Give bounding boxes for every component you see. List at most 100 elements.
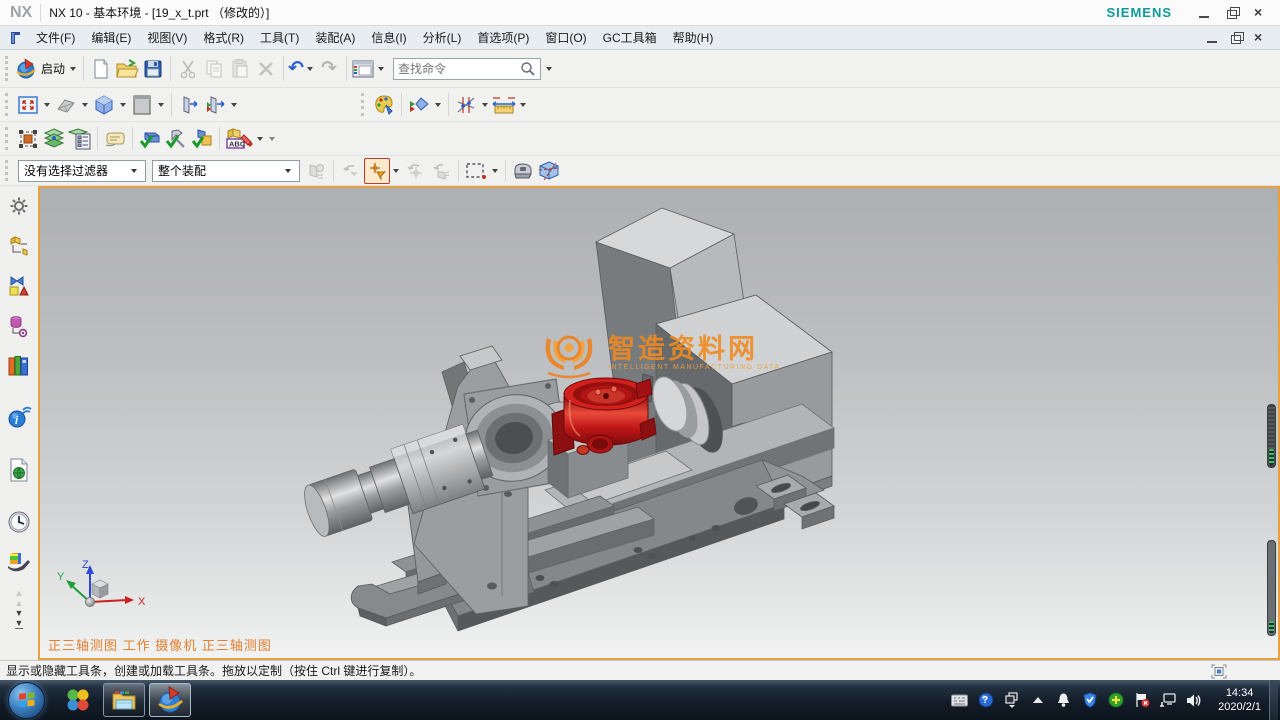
menu-assemblies[interactable]: 装配(A) bbox=[307, 27, 363, 48]
annotation-note-button[interactable] bbox=[102, 127, 128, 151]
notification-bell-icon[interactable] bbox=[1055, 692, 1072, 709]
measure-button[interactable] bbox=[491, 93, 517, 117]
delete-button[interactable] bbox=[253, 56, 279, 82]
chevron-down-icon[interactable] bbox=[492, 169, 498, 173]
security-shield-icon[interactable] bbox=[1081, 692, 1098, 709]
snap-point-button[interactable] bbox=[453, 93, 479, 117]
selection-scope-dropdown[interactable]: 整个装配 bbox=[152, 160, 300, 182]
web-browser-tab[interactable]: i bbox=[5, 404, 33, 432]
undo-button[interactable]: ↶ bbox=[288, 56, 316, 82]
select-in-group-button[interactable] bbox=[303, 158, 329, 184]
status-fit-button[interactable] bbox=[1210, 663, 1228, 679]
layer-settings-button[interactable] bbox=[67, 127, 93, 151]
volume-speaker-icon[interactable] bbox=[1185, 692, 1202, 709]
chevron-down-icon[interactable] bbox=[257, 137, 263, 141]
layer-visible-button[interactable] bbox=[41, 127, 67, 151]
clip-section-button[interactable] bbox=[176, 93, 202, 117]
check-clearance-button[interactable] bbox=[137, 127, 163, 151]
menu-help[interactable]: 帮助(H) bbox=[665, 27, 722, 48]
child-minimize-button[interactable] bbox=[1206, 32, 1220, 44]
redo-button[interactable]: ↷ bbox=[316, 56, 342, 82]
resource-scroll-up2[interactable]: ▲ bbox=[15, 598, 24, 608]
toolbar-grip[interactable] bbox=[5, 93, 10, 116]
part-navigator-tab[interactable] bbox=[5, 312, 33, 340]
assembly-navigator-tab[interactable] bbox=[5, 232, 33, 260]
action-center-flag-icon[interactable] bbox=[1133, 692, 1150, 709]
isometric-view-button[interactable] bbox=[91, 93, 117, 117]
window-layout-button[interactable] bbox=[351, 56, 387, 82]
hd3d-tools-tab[interactable] bbox=[5, 456, 33, 484]
start-button[interactable] bbox=[8, 682, 45, 719]
child-restore-button[interactable] bbox=[1230, 32, 1244, 44]
toolbar-options-caret[interactable] bbox=[269, 137, 275, 141]
paste-button[interactable] bbox=[227, 56, 253, 82]
chevron-down-icon[interactable] bbox=[520, 103, 526, 107]
chevron-down-icon[interactable] bbox=[482, 103, 488, 107]
menu-analysis[interactable]: 分析(L) bbox=[415, 27, 470, 48]
check-tool-button[interactable] bbox=[163, 127, 189, 151]
taskbar-app-colorballs[interactable] bbox=[57, 683, 99, 717]
render-style-button[interactable] bbox=[129, 93, 155, 117]
assembly-name-button[interactable]: ABC bbox=[224, 127, 254, 151]
save-button[interactable] bbox=[140, 56, 166, 82]
menu-edit[interactable]: 编辑(E) bbox=[83, 27, 139, 48]
taskbar-clock[interactable]: 14:34 2020/2/1 bbox=[1218, 686, 1261, 714]
toolbar-grip[interactable] bbox=[5, 127, 10, 150]
chevron-down-icon[interactable] bbox=[435, 103, 441, 107]
open-file-button[interactable] bbox=[114, 56, 140, 82]
help-tray-icon[interactable]: ? bbox=[977, 692, 994, 709]
resource-options-button[interactable] bbox=[5, 192, 33, 220]
edit-section-button[interactable] bbox=[202, 93, 228, 117]
toolbar-grip[interactable] bbox=[361, 93, 366, 116]
chevron-down-icon[interactable] bbox=[44, 103, 50, 107]
snap-solid-button[interactable] bbox=[510, 158, 536, 184]
search-options-caret[interactable] bbox=[546, 67, 552, 71]
chevron-down-icon[interactable] bbox=[393, 169, 399, 173]
start-menu-button[interactable]: 启动 bbox=[15, 56, 79, 82]
toolbar-grip[interactable] bbox=[5, 56, 10, 82]
network-icon[interactable] bbox=[1159, 692, 1176, 709]
clip-slider-upper[interactable] bbox=[1267, 404, 1276, 468]
fit-view-button[interactable] bbox=[15, 93, 41, 117]
show-shaded-cube-button[interactable] bbox=[536, 158, 562, 184]
command-search-input[interactable] bbox=[398, 62, 520, 76]
chevron-down-icon[interactable] bbox=[231, 103, 237, 107]
search-icon[interactable] bbox=[520, 61, 536, 77]
chevron-down-icon[interactable] bbox=[158, 103, 164, 107]
close-button[interactable]: × bbox=[1254, 7, 1268, 19]
minimize-button[interactable] bbox=[1198, 7, 1212, 19]
highlighted-filter-button[interactable] bbox=[364, 158, 390, 184]
true-shading-button[interactable] bbox=[371, 93, 397, 117]
rotate-selection-button[interactable] bbox=[402, 158, 428, 184]
menu-window[interactable]: 窗口(O) bbox=[537, 27, 594, 48]
move-component-button[interactable] bbox=[15, 127, 41, 151]
toolbar-grip[interactable] bbox=[5, 160, 10, 180]
menu-preferences[interactable]: 首选项(P) bbox=[469, 27, 537, 48]
show-hidden-icons[interactable] bbox=[1029, 692, 1046, 709]
menu-file[interactable]: 文件(F) bbox=[28, 27, 83, 48]
menu-information[interactable]: 信息(I) bbox=[363, 27, 414, 48]
show-desktop-button[interactable] bbox=[1269, 680, 1278, 720]
3d-model-canvas[interactable]: Z Y X bbox=[40, 188, 1278, 658]
roles-tab[interactable] bbox=[5, 548, 33, 576]
chevron-down-icon[interactable] bbox=[82, 103, 88, 107]
selection-filter-dropdown[interactable]: 没有选择过滤器 bbox=[18, 160, 146, 182]
cut-button[interactable] bbox=[175, 56, 201, 82]
clip-slider-lower[interactable] bbox=[1267, 540, 1276, 636]
antivirus-green-icon[interactable] bbox=[1107, 692, 1124, 709]
ime-keyboard-icon[interactable] bbox=[951, 692, 968, 709]
constraint-navigator-tab[interactable] bbox=[5, 272, 33, 300]
taskbar-nx[interactable] bbox=[149, 683, 191, 717]
menu-view[interactable]: 视图(V) bbox=[139, 27, 195, 48]
view-orient-button[interactable] bbox=[406, 93, 432, 117]
check-assembly-button[interactable] bbox=[189, 127, 215, 151]
copy-button[interactable] bbox=[201, 56, 227, 82]
graphics-viewport[interactable]: Z Y X 智造资料网 INTELLIGENT M bbox=[38, 186, 1280, 660]
menu-tools[interactable]: 工具(T) bbox=[252, 27, 307, 48]
related-selection-button[interactable] bbox=[428, 158, 454, 184]
resource-pin[interactable]: ▼ bbox=[15, 618, 24, 629]
resource-more[interactable]: ▼ bbox=[15, 608, 24, 618]
reuse-library-tab[interactable] bbox=[5, 352, 33, 380]
resource-scroll-up[interactable]: ▲ bbox=[15, 588, 24, 598]
taskbar-explorer[interactable] bbox=[103, 683, 145, 717]
